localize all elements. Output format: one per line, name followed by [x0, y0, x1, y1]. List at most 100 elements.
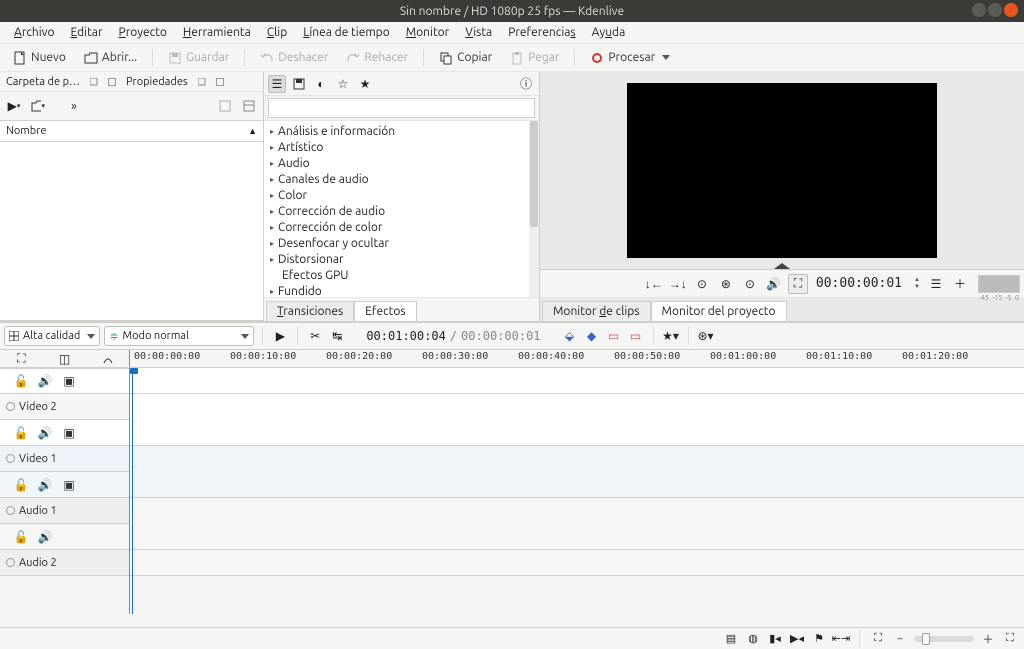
- bin-tab-props[interactable]: Propiedades: [124, 75, 190, 89]
- effect-category[interactable]: Análisis e información: [264, 123, 539, 139]
- forward-button[interactable]: ⊙: [740, 274, 760, 294]
- volume-button[interactable]: 🔊: [764, 274, 784, 294]
- mute-icon[interactable]: 🔊: [38, 374, 52, 388]
- menu-vista[interactable]: Vista: [457, 24, 500, 41]
- track-video1-label[interactable]: Video 1: [0, 446, 129, 472]
- fullscreen-icon[interactable]: ⛶: [1002, 631, 1018, 647]
- menu-archivo[interactable]: Archivo: [6, 24, 63, 41]
- undo-button[interactable]: Deshacer: [253, 48, 335, 68]
- open-button[interactable]: Abrir...: [77, 48, 144, 68]
- menu-editar[interactable]: Editar: [63, 24, 111, 41]
- effect-category[interactable]: Distorsionar: [264, 251, 539, 267]
- new-button[interactable]: Nuevo: [6, 48, 73, 68]
- tab-project-monitor[interactable]: Monitor del proyecto: [651, 301, 787, 321]
- menu-ayuda[interactable]: Ayuda: [584, 24, 634, 41]
- fullscreen-button[interactable]: ⛶: [788, 274, 808, 294]
- mute-icon[interactable]: 🔊: [38, 530, 52, 544]
- effect-category[interactable]: Efectos GPU: [264, 267, 539, 283]
- effects-scrollbar[interactable]: [529, 121, 539, 297]
- effects-tree[interactable]: Análisis e información Artístico Audio C…: [264, 120, 539, 297]
- effects-save-button[interactable]: [290, 75, 308, 93]
- minimize-button[interactable]: [972, 3, 986, 17]
- snap-icon[interactable]: ▶◂: [789, 631, 805, 647]
- menu-preferencias[interactable]: Preferencias: [500, 24, 583, 41]
- effect-category[interactable]: Fundido: [264, 283, 539, 297]
- timeline-canvas[interactable]: [130, 368, 1024, 614]
- timeline-ruler[interactable]: ⛶ ◫ 00:00:00:00 00:00:10:00 00:00:20:00 …: [0, 350, 1024, 368]
- mute-icon[interactable]: 🔊: [38, 426, 52, 440]
- zone-out-icon[interactable]: →↓: [668, 274, 688, 294]
- effects-view-list-button[interactable]: ☰: [268, 75, 286, 93]
- markers-icon[interactable]: ▮◂: [767, 631, 783, 647]
- thumbnails-icon[interactable]: ▤: [723, 631, 739, 647]
- menu-proyecto[interactable]: Proyecto: [111, 24, 175, 41]
- video-thumb-icon[interactable]: ▣: [62, 374, 76, 388]
- tab-close-icon[interactable]: [216, 78, 224, 86]
- edit-mode-select[interactable]: ≑ Modo normal: [104, 326, 254, 346]
- monitor-add-button[interactable]: ＋: [950, 274, 970, 294]
- spacer-button[interactable]: ↹: [328, 327, 346, 345]
- effects-info-button[interactable]: ⓘ: [517, 75, 535, 93]
- zoom-out-button[interactable]: −: [892, 631, 908, 647]
- copy-button[interactable]: Copiar: [432, 48, 499, 68]
- lock-icon[interactable]: 🔓: [14, 426, 28, 440]
- lift-icon[interactable]: ▭: [627, 327, 645, 345]
- save-button[interactable]: Guardar: [161, 48, 236, 68]
- menu-monitor[interactable]: Monitor: [398, 24, 458, 41]
- play-button[interactable]: ⊛: [716, 274, 736, 294]
- maximize-button[interactable]: [988, 3, 1002, 17]
- zoom-slider[interactable]: [914, 636, 974, 642]
- effects-fav-outline-icon[interactable]: ☆: [334, 75, 352, 93]
- timeline-position[interactable]: 00:01:00:04: [366, 329, 445, 343]
- tab-effects[interactable]: Efectos: [354, 301, 416, 321]
- effect-category[interactable]: Desenfocar y ocultar: [264, 235, 539, 251]
- effect-category[interactable]: Corrección de audio: [264, 203, 539, 219]
- monitor-menu-icon[interactable]: ☰: [926, 274, 946, 294]
- flag-icon[interactable]: ⚑: [811, 631, 827, 647]
- cut-button[interactable]: ✂: [306, 327, 324, 345]
- effect-category[interactable]: Artístico: [264, 139, 539, 155]
- monitor-view[interactable]: [540, 72, 1024, 269]
- effect-category[interactable]: Canales de audio: [264, 171, 539, 187]
- add-clip-button[interactable]: ▶▾: [6, 98, 22, 114]
- rewind-button[interactable]: ⊙: [692, 274, 712, 294]
- tab-close-icon[interactable]: [108, 78, 116, 86]
- overwrite-mode-icon[interactable]: ◆: [583, 327, 601, 345]
- tab-float-icon[interactable]: [90, 78, 98, 86]
- zone-in-icon[interactable]: ↓←: [644, 274, 664, 294]
- extract-icon[interactable]: ▭: [605, 327, 623, 345]
- ruler-tool-2[interactable]: ◫: [56, 350, 74, 368]
- favorite-button[interactable]: ★▾: [662, 327, 680, 345]
- tab-transitions[interactable]: Transiciones: [266, 301, 354, 321]
- track-audio2-label[interactable]: Audio 2: [0, 550, 129, 576]
- tab-float-icon[interactable]: [198, 78, 206, 86]
- more-button[interactable]: »: [66, 98, 82, 114]
- video-thumb-icon[interactable]: ▣: [62, 426, 76, 440]
- playhead[interactable]: [132, 368, 133, 614]
- audio-thumbs-icon[interactable]: ◍: [745, 631, 761, 647]
- menu-herramienta[interactable]: Herramienta: [175, 24, 259, 41]
- monitor-resize-handle[interactable]: [774, 263, 790, 269]
- tab-clip-monitor[interactable]: Monitor de clips: [542, 301, 651, 321]
- play-button[interactable]: ▶: [271, 327, 289, 345]
- lock-icon[interactable]: 🔓: [14, 530, 28, 544]
- bin-tab-project[interactable]: Carpeta de p…: [4, 75, 82, 89]
- bin-body[interactable]: [0, 142, 263, 321]
- mute-icon[interactable]: 🔊: [38, 478, 52, 492]
- effects-fav-icon[interactable]: ★: [356, 75, 374, 93]
- preview-quality-select[interactable]: Alta calidad: [4, 326, 100, 346]
- add-folder-button[interactable]: ▾: [30, 98, 46, 114]
- lock-icon[interactable]: 🔓: [14, 478, 28, 492]
- effect-category[interactable]: Color: [264, 187, 539, 203]
- ruler-tool-3[interactable]: [99, 350, 117, 368]
- fit-icon[interactable]: ⇤⇥: [833, 631, 849, 647]
- menu-clip[interactable]: Clip: [259, 24, 295, 41]
- effect-category[interactable]: Corrección de color: [264, 219, 539, 235]
- insert-mode-icon[interactable]: ⬙: [561, 327, 579, 345]
- bin-options-button[interactable]: [241, 98, 257, 114]
- bin-checkbox[interactable]: [217, 98, 233, 114]
- effects-contrast-icon[interactable]: ◐: [312, 75, 330, 93]
- track-audio1-label[interactable]: Audio 1: [0, 498, 129, 524]
- lock-icon[interactable]: 🔓: [14, 374, 28, 388]
- paste-button[interactable]: Pegar: [503, 48, 566, 68]
